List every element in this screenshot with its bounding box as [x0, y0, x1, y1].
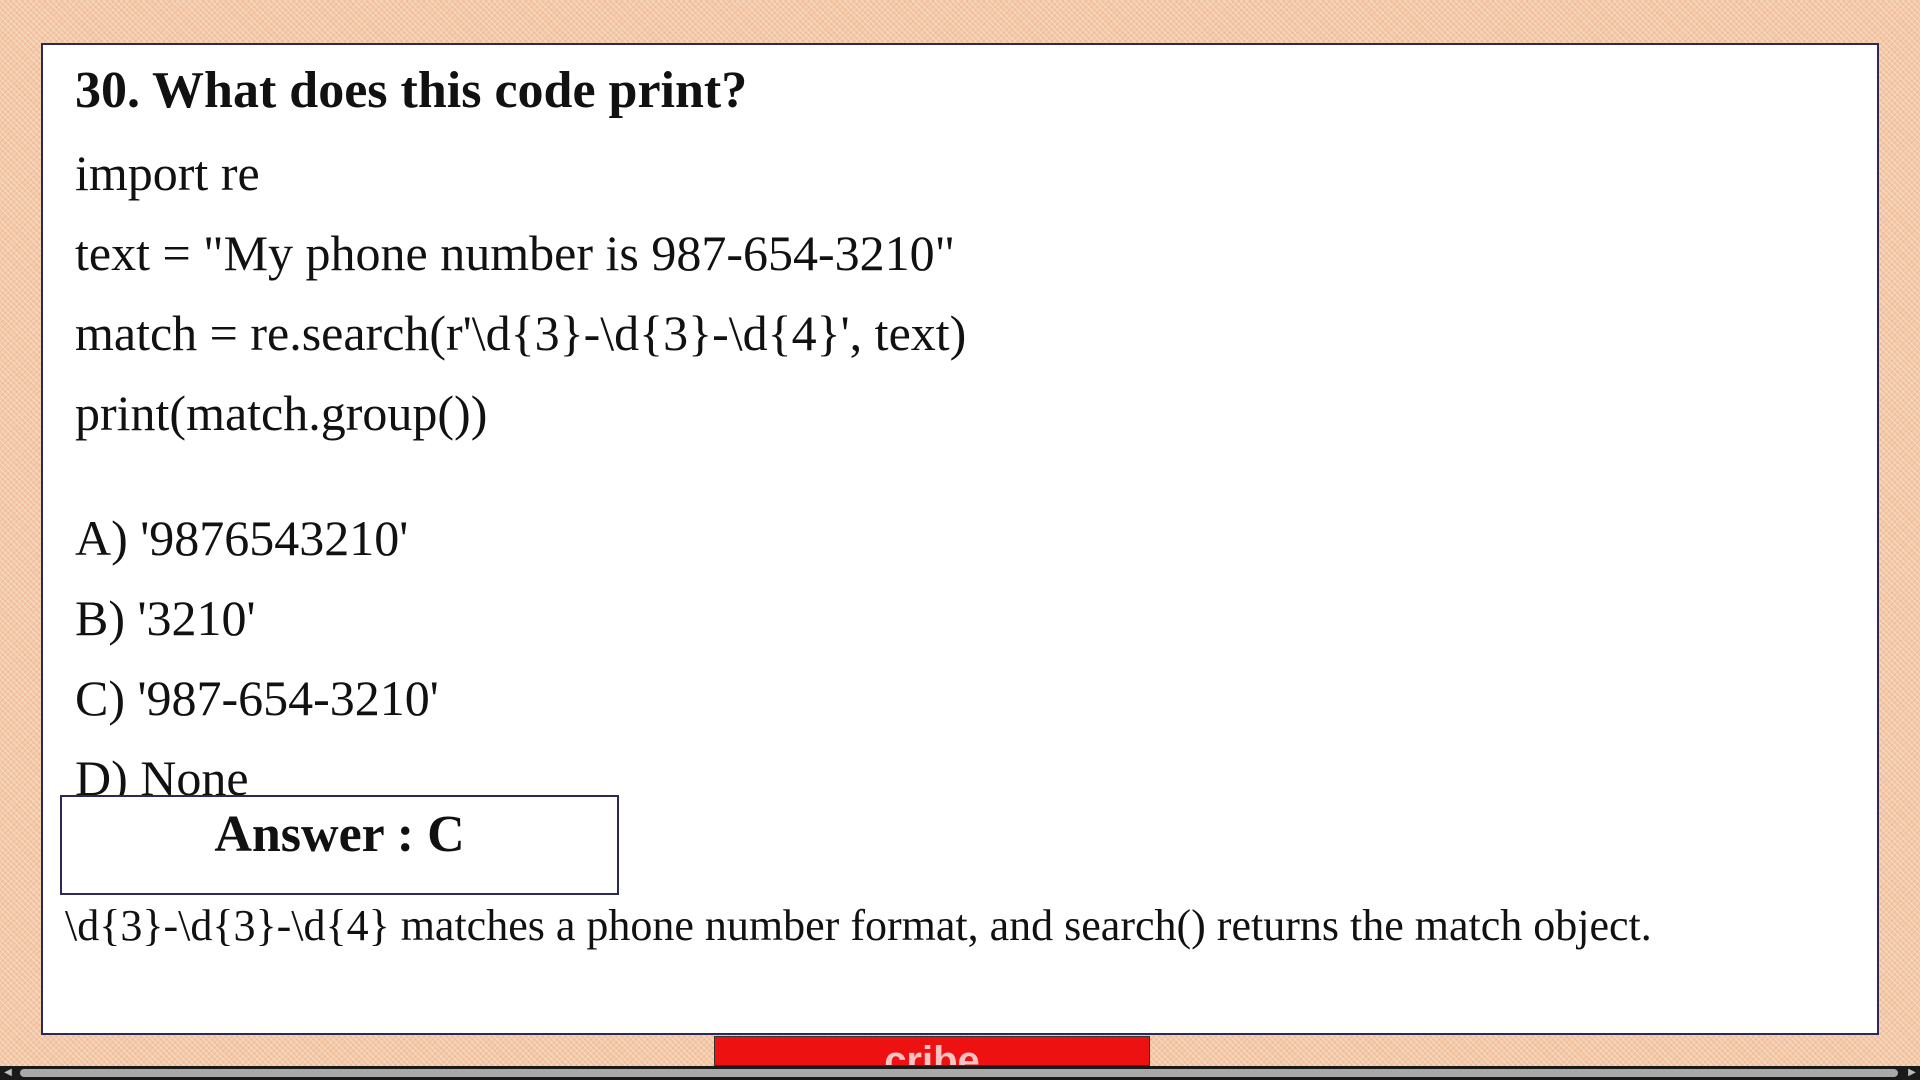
subscribe-tab-label: cribe: [884, 1039, 980, 1066]
code-line-text: text = "My phone number is 987-654-3210": [75, 225, 956, 281]
code-line-print: print(match.group()): [75, 385, 488, 441]
explanation-text: \d{3}-\d{3}-\d{4} matches a phone number…: [65, 901, 1652, 950]
answer-box: Answer : C: [60, 795, 619, 895]
option-b: B) '3210': [75, 590, 256, 646]
answer-label: Answer : C: [214, 806, 465, 863]
code-line-match: match = re.search(r'\d{3}-\d{3}-\d{4}', …: [75, 305, 967, 361]
option-a: A) '9876543210': [75, 510, 409, 566]
option-c: C) '987-654-3210': [75, 670, 439, 726]
arrow-right-icon[interactable]: ▶: [1904, 1066, 1920, 1080]
answer-options: A) '9876543210' B) '3210' C) '987-654-32…: [75, 498, 439, 818]
question-title: 30. What does this code print?: [75, 62, 748, 119]
scrollbar-thumb[interactable]: [20, 1069, 1898, 1077]
question-slide: 30. What does this code print? import re…: [41, 43, 1879, 1035]
arrow-left-icon[interactable]: ◀: [0, 1066, 16, 1080]
subscribe-tab[interactable]: cribe: [714, 1036, 1150, 1066]
horizontal-scrollbar[interactable]: ◀ ▶: [0, 1066, 1920, 1080]
code-block: import re text = "My phone number is 987…: [75, 133, 966, 453]
code-line-import: import re: [75, 145, 260, 201]
